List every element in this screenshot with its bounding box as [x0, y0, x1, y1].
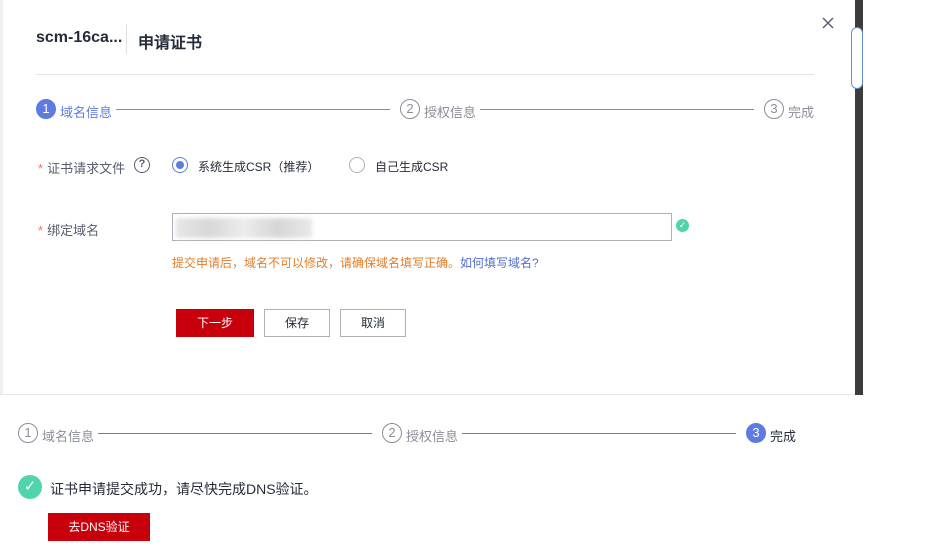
- step-3-circle: 3: [764, 99, 784, 119]
- step-1-label-bottom: 域名信息: [42, 429, 95, 444]
- radio-own-csr-label[interactable]: 自己生成CSR: [375, 158, 448, 175]
- step-3-label: 完成: [788, 105, 815, 120]
- dialog-bottom-edge: [0, 394, 862, 395]
- success-message: 证书申请提交成功，请尽快完成DNS验证。: [50, 481, 318, 497]
- dns-verify-button[interactable]: 去DNS验证: [48, 513, 150, 541]
- header-separator: [126, 24, 127, 54]
- radio-system-csr[interactable]: [172, 157, 188, 173]
- help-icon[interactable]: ?: [134, 157, 150, 173]
- domain-label: * 绑定域名: [38, 220, 99, 239]
- scrollbar-thumb[interactable]: [851, 27, 863, 89]
- step-connector: [98, 433, 372, 434]
- step-connector: [462, 433, 736, 434]
- step-3-label-bottom: 完成: [770, 429, 797, 444]
- how-to-fill-domain-link[interactable]: 如何填写域名?: [460, 256, 539, 270]
- step-1-circle: 1: [36, 99, 56, 119]
- redacted-domain: [176, 218, 312, 238]
- header-divider: [36, 74, 814, 75]
- step-3-circle-bottom: 3: [746, 423, 766, 443]
- certificate-id: scm-16ca...: [36, 29, 123, 46]
- radio-own-csr[interactable]: [349, 157, 365, 173]
- cancel-button[interactable]: 取消: [340, 309, 406, 337]
- step-2-label: 授权信息: [424, 105, 477, 120]
- next-step-button[interactable]: 下一步: [176, 309, 254, 337]
- step-1-circle-bottom: 1: [18, 423, 38, 443]
- domain-label-text: 绑定域名: [47, 223, 100, 238]
- close-icon[interactable]: [820, 15, 836, 31]
- step-connector: [480, 109, 754, 110]
- step-2-circle: 2: [400, 99, 420, 119]
- csr-label: * 证书请求文件: [38, 158, 125, 177]
- radio-system-csr-label[interactable]: 系统生成CSR（推荐）: [198, 158, 319, 175]
- check-icon: ✓: [676, 219, 689, 232]
- csr-label-text: 证书请求文件: [47, 161, 126, 176]
- step-2-label-bottom: 授权信息: [406, 429, 459, 444]
- step-1-label: 域名信息: [60, 105, 113, 120]
- dialog-title: 申请证书: [138, 35, 203, 52]
- dialog-left-border: [0, 0, 3, 395]
- step-2-circle-bottom: 2: [382, 423, 402, 443]
- required-mark: *: [38, 223, 44, 238]
- save-button[interactable]: 保存: [264, 309, 330, 337]
- required-mark: *: [38, 161, 44, 176]
- step-connector: [116, 109, 390, 110]
- domain-hint-text: 提交申请后，域名不可以修改，请确保域名填写正确。: [172, 256, 461, 270]
- domain-hint: 提交申请后，域名不可以修改，请确保域名填写正确。如何填写域名?: [172, 254, 539, 271]
- apply-certificate-dialog: [0, 0, 862, 395]
- success-check-icon: ✓: [18, 475, 42, 499]
